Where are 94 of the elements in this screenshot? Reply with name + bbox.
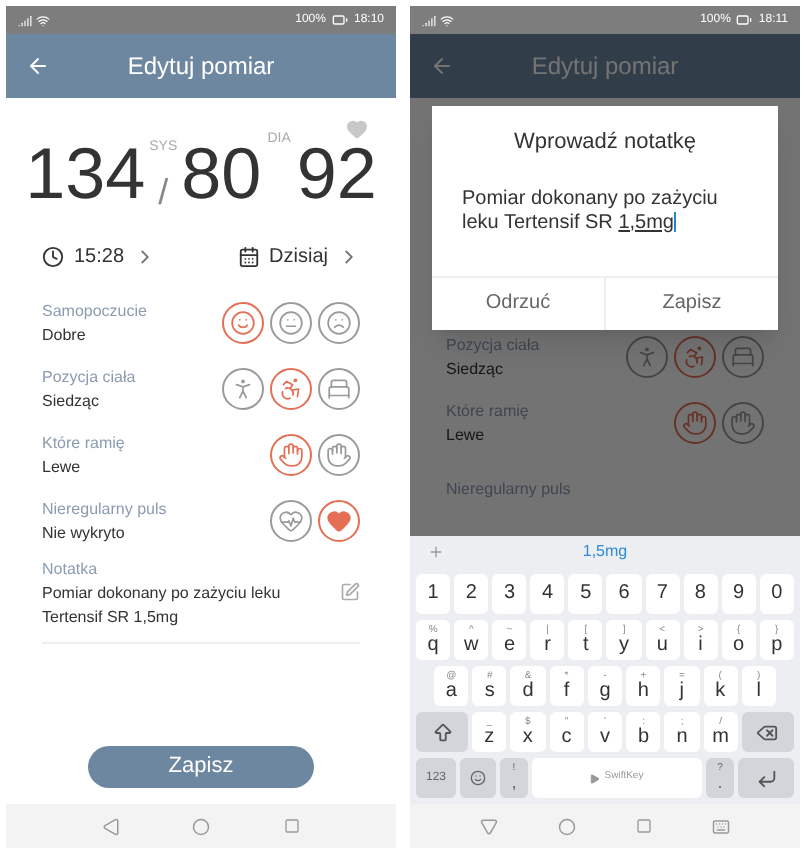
- option-button[interactable]: [222, 368, 264, 410]
- logo-icon: [590, 773, 601, 783]
- battery-icon: [331, 12, 348, 28]
- keyboard-icon[interactable]: [712, 817, 730, 835]
- standing-person-icon: [634, 344, 660, 370]
- keyboard-key[interactable]: 8: [683, 574, 718, 614]
- enter-icon: [755, 767, 777, 789]
- heart-icon: [326, 508, 352, 534]
- keyboard-key[interactable]: 5: [568, 574, 603, 614]
- hand-icon: [278, 442, 304, 468]
- home-icon[interactable]: [192, 817, 211, 835]
- dialog-button[interactable]: Odrzuć: [432, 277, 604, 329]
- backspace-key[interactable]: [741, 712, 794, 752]
- option-button[interactable]: [270, 368, 312, 410]
- option-button[interactable]: [222, 302, 264, 344]
- screen-title: Edytuj pomiar: [125, 50, 277, 84]
- field-value: Lewe: [42, 455, 83, 479]
- date-picker[interactable]: Dzisiaj: [237, 241, 360, 271]
- keyboard-key[interactable]: 1: [416, 574, 451, 614]
- back-icon[interactable]: [102, 817, 121, 835]
- edit-icon[interactable]: [340, 582, 360, 602]
- seated-person-icon: [682, 344, 708, 370]
- dialog-title: Wprowadź notatkę: [511, 128, 699, 158]
- field-value: Siedząc: [446, 357, 505, 381]
- dialog-button[interactable]: Zapisz: [604, 277, 778, 329]
- diastolic-value: 80: [181, 138, 262, 210]
- field-value: Nie wykryto: [42, 521, 127, 545]
- option-button[interactable]: [270, 302, 312, 344]
- battery-icon: [736, 12, 753, 28]
- neutral-face-icon: [278, 310, 304, 336]
- option-button[interactable]: [722, 402, 764, 444]
- field-label: Samopoczucie: [42, 299, 147, 323]
- smiley-icon: [470, 770, 486, 786]
- option-button[interactable]: [626, 336, 668, 378]
- field-value: Lewe: [446, 423, 487, 447]
- keyboard-key[interactable]: 3: [492, 574, 527, 614]
- keyboard-key[interactable]: 9: [721, 574, 756, 614]
- option-button[interactable]: [318, 302, 360, 344]
- heart-icon: [346, 118, 368, 140]
- smile-face-icon: [230, 310, 256, 336]
- field-value: Dobre: [42, 323, 88, 347]
- screen-title: Edytuj pomiar: [529, 50, 681, 84]
- recents-icon[interactable]: [636, 818, 652, 834]
- save-button[interactable]: Zapisz: [88, 746, 314, 788]
- option-button[interactable]: [318, 368, 360, 410]
- heart-pulse-icon: [278, 508, 304, 534]
- calendar-icon: [237, 245, 260, 267]
- wifi-icon: [440, 13, 454, 27]
- option-button[interactable]: [270, 434, 312, 476]
- hand-icon: [682, 410, 708, 436]
- shift-icon: [431, 721, 453, 743]
- signal-icon: [18, 13, 32, 27]
- option-button[interactable]: [722, 336, 764, 378]
- home-icon[interactable]: [558, 817, 576, 835]
- field-label: Pozycja ciała: [42, 365, 136, 389]
- option-button[interactable]: [270, 500, 312, 542]
- keyboard-key[interactable]: 7: [645, 574, 680, 614]
- option-button[interactable]: [674, 402, 716, 444]
- bed-icon: [326, 376, 352, 402]
- back-arrow-icon[interactable]: [26, 54, 50, 78]
- systolic-value: 134: [25, 138, 146, 210]
- option-button[interactable]: [318, 500, 360, 542]
- separator: /: [158, 174, 169, 210]
- option-button[interactable]: [318, 434, 360, 476]
- field-value: Siedząc: [42, 389, 101, 413]
- back-arrow-icon[interactable]: [430, 54, 454, 78]
- emoji-key[interactable]: [460, 758, 496, 798]
- plus-icon[interactable]: [428, 544, 444, 560]
- option-button[interactable]: [674, 336, 716, 378]
- keyboard-key[interactable]: 6: [606, 574, 642, 614]
- seated-person-icon: [278, 376, 304, 402]
- keyboard-key[interactable]: 0: [759, 574, 794, 614]
- shift-key[interactable]: [416, 712, 468, 752]
- backspace-icon: [756, 721, 779, 743]
- keyboard-key[interactable]: 2: [454, 574, 489, 614]
- standing-person-icon: [230, 376, 256, 402]
- signal-icon: [422, 13, 436, 27]
- field-label: Notatka: [42, 558, 100, 582]
- back-icon[interactable]: [480, 817, 498, 835]
- field-label: Nieregularny puls: [42, 497, 167, 521]
- note-input[interactable]: Pomiar dokonany po zażyciu leku Tertensif SR 1,5mg: [432, 159, 778, 275]
- sad-face-icon: [326, 310, 352, 336]
- note-text: Pomiar dokonany po zażyciu leku Tertensif SR 1,5mg: [42, 582, 283, 630]
- bed-icon: [730, 344, 756, 370]
- pulse-value: 92: [296, 138, 377, 210]
- wifi-icon: [36, 13, 50, 27]
- clock-icon: [42, 245, 64, 267]
- recents-icon[interactable]: [283, 818, 300, 834]
- keyboard-key[interactable]: 4: [530, 574, 565, 614]
- field-label: Które ramię: [42, 431, 125, 455]
- time-picker[interactable]: 15:28: [42, 241, 157, 271]
- enter-key[interactable]: [738, 758, 794, 798]
- hand-icon: [326, 442, 352, 468]
- hand-icon: [730, 410, 756, 436]
